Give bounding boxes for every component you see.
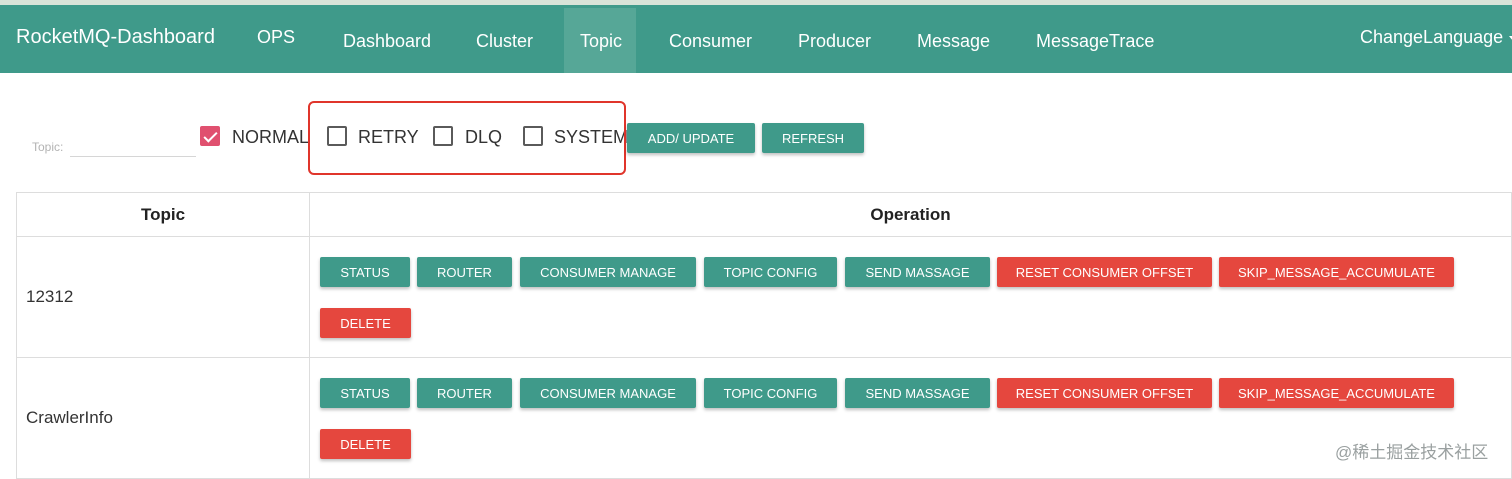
table-header-row: Topic Operation [16,192,1512,237]
nav-cluster[interactable]: Cluster [476,31,533,52]
reset-consumer-offset-button[interactable]: RESET CONSUMER OFFSET [997,257,1212,287]
operation-cell: STATUS ROUTER CONSUMER MANAGE TOPIC CONF… [309,236,1512,358]
change-language-dropdown[interactable]: ChangeLanguage [1360,27,1512,48]
operation-cell: STATUS ROUTER CONSUMER MANAGE TOPIC CONF… [309,357,1512,479]
nav-producer[interactable]: Producer [798,31,871,52]
consumer-manage-button[interactable]: CONSUMER MANAGE [520,378,696,408]
send-massage-button[interactable]: SEND MASSAGE [845,257,990,287]
status-button[interactable]: STATUS [320,378,410,408]
topic-name: CrawlerInfo [26,408,113,427]
send-massage-button[interactable]: SEND MASSAGE [845,378,990,408]
topic-config-button[interactable]: TOPIC CONFIG [704,257,837,287]
brand-link[interactable]: RocketMQ-Dashboard [16,26,215,49]
delete-button[interactable]: DELETE [320,308,411,338]
topic-cell: CrawlerInfo [16,357,310,479]
delete-button[interactable]: DELETE [320,429,411,459]
topic-cell: 12312 [16,236,310,358]
nav-dashboard[interactable]: Dashboard [343,31,431,52]
topic-filter-label: Topic: [32,140,64,154]
reset-consumer-offset-button[interactable]: RESET CONSUMER OFFSET [997,378,1212,408]
change-language-label: ChangeLanguage [1360,27,1504,47]
nav-message[interactable]: Message [917,31,990,52]
watermark-text: @稀土掘金技术社区 [1335,443,1489,462]
normal-checkbox-label: NORMAL [232,127,310,147]
topic-table: Topic Operation 12312 STATUS ROUTER CONS… [16,192,1512,479]
highlight-annotation-box [308,101,626,175]
navbar: RocketMQ-Dashboard OPS Dashboard Cluster… [0,5,1512,73]
consumer-manage-button[interactable]: CONSUMER MANAGE [520,257,696,287]
skip-message-accumulate-button[interactable]: SKIP_MESSAGE_ACCUMULATE [1219,378,1454,408]
topic-filter-input[interactable] [70,130,196,157]
nav-consumer[interactable]: Consumer [669,31,752,52]
nav-messagetrace[interactable]: MessageTrace [1036,31,1154,52]
add-update-button[interactable]: ADD/ UPDATE [627,123,755,153]
nav-ops[interactable]: OPS [257,27,295,48]
header-topic: Topic [16,192,310,237]
topic-config-button[interactable]: TOPIC CONFIG [704,378,837,408]
topic-name: 12312 [26,287,74,306]
skip-message-accumulate-button[interactable]: SKIP_MESSAGE_ACCUMULATE [1219,257,1454,287]
status-button[interactable]: STATUS [320,257,410,287]
router-button[interactable]: ROUTER [417,257,512,287]
table-row: 12312 STATUS ROUTER CONSUMER MANAGE TOPI… [16,236,1512,358]
normal-checkbox[interactable] [200,126,220,146]
table-row: CrawlerInfo STATUS ROUTER CONSUMER MANAG… [16,357,1512,479]
refresh-button[interactable]: REFRESH [762,123,864,153]
nav-topic[interactable]: Topic [580,31,622,52]
header-operation: Operation [309,192,1512,237]
router-button[interactable]: ROUTER [417,378,512,408]
